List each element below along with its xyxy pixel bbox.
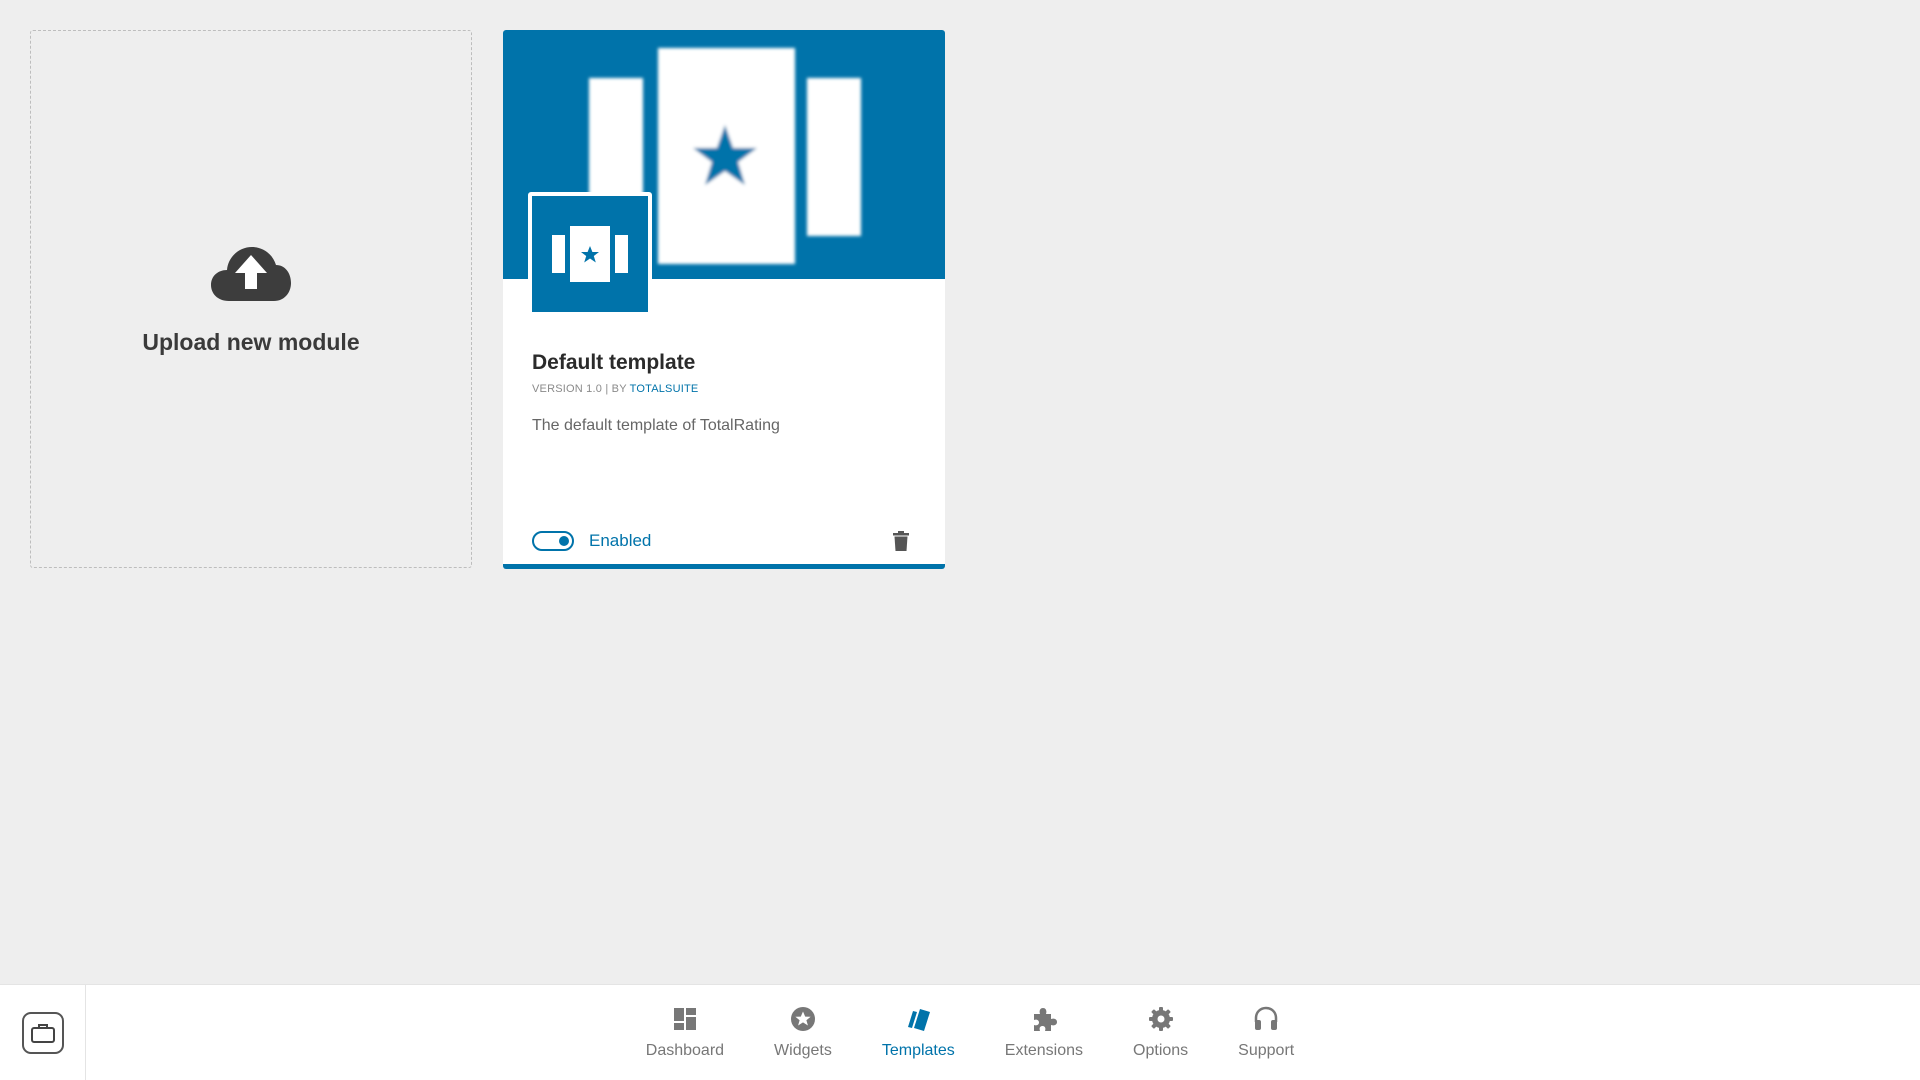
nav-item-dashboard[interactable]: Dashboard <box>621 985 749 1080</box>
nav-label-support: Support <box>1238 1042 1295 1059</box>
template-title: Default template <box>532 351 696 374</box>
nav-label-dashboard: Dashboard <box>645 1042 725 1059</box>
upload-module-label: Upload new module <box>142 328 360 355</box>
enabled-toggle[interactable] <box>532 531 574 551</box>
template-card-body: Default template VERSION 1.0 | BY TOTALS… <box>532 351 916 435</box>
templates-page: Upload new module Default template VERSI… <box>0 0 1920 1080</box>
template-thumbnail-icon <box>552 226 628 282</box>
meta-separator: | <box>605 383 609 395</box>
nav-item-widgets[interactable]: Widgets <box>749 985 857 1080</box>
bottom-nav-bar: Dashboard Widgets Templates Extensions O… <box>0 984 1920 1080</box>
upload-module-card[interactable]: Upload new module <box>30 30 472 568</box>
nav-label-templates: Templates <box>881 1042 955 1059</box>
cloud-upload-icon <box>211 246 291 301</box>
headphones-icon <box>1254 1006 1278 1030</box>
nav-item-support[interactable]: Support <box>1213 985 1319 1080</box>
nav-label-extensions: Extensions <box>1004 1042 1084 1059</box>
nav-item-extensions[interactable]: Extensions <box>980 985 1108 1080</box>
gear-icon <box>1148 1007 1173 1031</box>
template-card-footer: Enabled <box>532 526 909 556</box>
nav-label-widgets: Widgets <box>774 1042 832 1059</box>
meta-by: BY <box>611 383 627 395</box>
dashboard-icon <box>673 1008 696 1030</box>
template-description: The default template of TotalRating <box>532 417 780 434</box>
templates-icon <box>908 1009 931 1031</box>
bottom-nav: Dashboard Widgets Templates Extensions O… <box>0 985 1920 1080</box>
template-thumbnail <box>528 192 652 316</box>
star-circle-icon <box>790 1007 815 1031</box>
template-card: Default template VERSION 1.0 | BY TOTALS… <box>503 30 945 569</box>
puzzle-icon <box>1033 1008 1057 1031</box>
nav-item-templates[interactable]: Templates <box>857 985 980 1080</box>
template-version: VERSION 1.0 <box>532 383 603 395</box>
nav-item-options[interactable]: Options <box>1108 985 1213 1080</box>
trash-icon[interactable] <box>893 531 909 551</box>
template-meta: VERSION 1.0 | BY TOTALSUITE <box>532 383 916 395</box>
enabled-label: Enabled <box>589 531 652 550</box>
toggle-knob <box>559 536 569 546</box>
nav-label-options: Options <box>1133 1042 1189 1059</box>
template-author-link[interactable]: TOTALSUITE <box>630 383 699 395</box>
